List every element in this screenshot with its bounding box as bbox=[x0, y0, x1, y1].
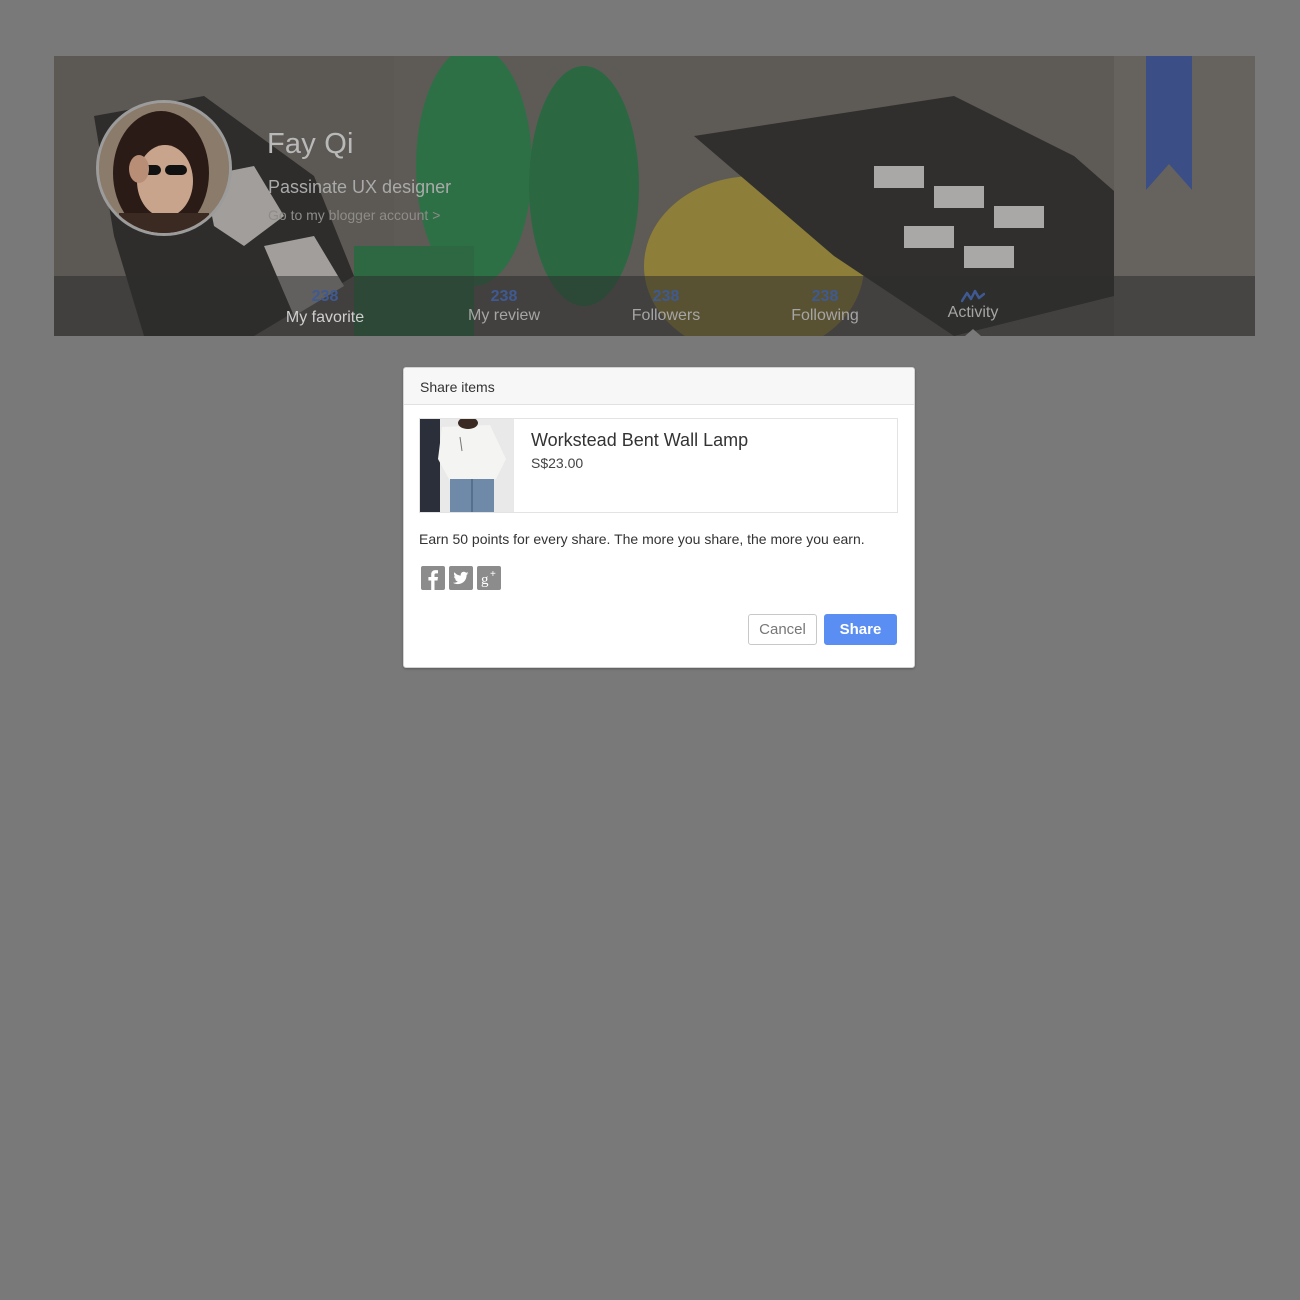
twitter-share-button[interactable] bbox=[449, 566, 473, 590]
stat-count: 238 bbox=[490, 288, 518, 305]
product-price: S$23.00 bbox=[531, 455, 584, 471]
tab-activity[interactable]: Activity bbox=[913, 276, 1033, 336]
profile-name: Fay Qi bbox=[267, 128, 354, 160]
twitter-icon bbox=[453, 571, 469, 585]
profile-title: Passinate UX designer bbox=[268, 177, 452, 197]
svg-text:g: g bbox=[481, 572, 489, 588]
stat-following[interactable]: 238 Following bbox=[765, 276, 885, 336]
selected-tab-caret bbox=[965, 329, 981, 336]
dialog-header: Share items bbox=[404, 368, 914, 405]
product-thumbnail bbox=[420, 419, 514, 512]
facebook-icon bbox=[428, 570, 438, 590]
stat-my-review[interactable]: 238 My review bbox=[444, 276, 564, 336]
dialog-title: Share items bbox=[420, 379, 495, 395]
share-button[interactable]: Share bbox=[824, 614, 897, 645]
stat-label: Activity bbox=[947, 304, 999, 321]
activity-icon bbox=[961, 289, 985, 303]
profile-stats-bar: 238 My favorite 238 My review 238 Follow… bbox=[54, 276, 1255, 336]
product-name[interactable]: Workstead Bent Wall Lamp bbox=[531, 430, 748, 451]
stat-label: Followers bbox=[631, 307, 701, 324]
social-share-buttons: g + bbox=[421, 566, 505, 590]
stat-label: Following bbox=[791, 307, 859, 324]
blogger-account-link[interactable]: Go to my blogger account > bbox=[268, 207, 440, 223]
google-plus-share-button[interactable]: g + bbox=[477, 566, 501, 590]
stat-count: 238 bbox=[811, 288, 839, 305]
product-photo-icon bbox=[420, 419, 514, 512]
user-avatar-photo-icon bbox=[99, 103, 229, 233]
stat-followers[interactable]: 238 Followers bbox=[606, 276, 726, 336]
stat-label: My favorite bbox=[285, 309, 365, 326]
stat-label: My review bbox=[467, 307, 540, 324]
stat-my-favorite[interactable]: 238 My favorite bbox=[265, 276, 385, 336]
share-items-dialog: Share items Workstead Bent Wall Lamp S$2… bbox=[403, 367, 915, 668]
profile-banner: Fay Qi Passinate UX designer Go to my bl… bbox=[54, 56, 1255, 336]
bookmark-ribbon-icon[interactable] bbox=[1146, 56, 1192, 190]
google-plus-icon: g + bbox=[481, 569, 496, 588]
stat-count: 238 bbox=[652, 288, 680, 305]
product-card: Workstead Bent Wall Lamp S$23.00 bbox=[419, 418, 898, 513]
svg-text:+: + bbox=[490, 569, 496, 580]
stat-count: 238 bbox=[311, 288, 339, 305]
share-points-message: Earn 50 points for every share. The more… bbox=[419, 531, 865, 547]
cancel-button[interactable]: Cancel bbox=[748, 614, 817, 645]
avatar[interactable] bbox=[96, 100, 232, 236]
facebook-share-button[interactable] bbox=[421, 566, 445, 590]
